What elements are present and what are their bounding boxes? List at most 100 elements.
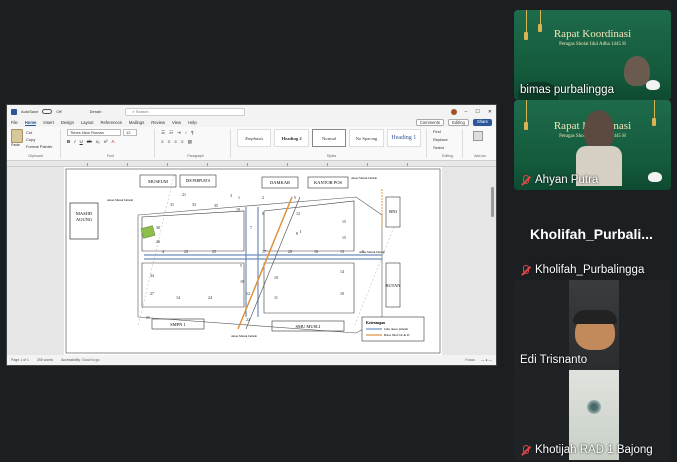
font-size-select[interactable]: 12 [123,129,137,136]
sort-icon[interactable]: ↕ [185,130,187,136]
akses-label-bottom: Akses Masuk Jamaah [231,334,257,338]
font-name-select[interactable]: Times New Roman [67,129,121,136]
participant-name-text: Ahyan Putra [535,174,599,186]
svg-text:34: 34 [150,273,154,278]
participant-name-text: Khotijah RAD 1 Bajong [535,444,653,456]
autosave-toggle[interactable] [42,109,53,114]
find-button[interactable]: Find [433,129,457,134]
akses-label-left: Akses Masuk Jamaah [107,198,133,202]
masjid-label-1: MASJID [76,211,93,216]
svg-text:33: 33 [192,202,196,207]
addins-icon[interactable] [472,131,483,141]
participant-avatar [584,110,614,150]
style-emphasis[interactable]: Emphasis [237,129,272,147]
svg-text:9: 9 [362,249,364,254]
tab-references[interactable]: References [101,120,122,125]
goat-icon [646,80,660,90]
vertical-scrollbar[interactable] [491,187,494,217]
underline-button[interactable]: U [80,139,83,144]
font-color-icon[interactable]: A [112,139,115,144]
tab-file[interactable]: File [11,120,18,125]
minimize-icon[interactable]: – [465,109,468,115]
svg-text:16: 16 [314,249,318,254]
document-page[interactable]: MASJID AGUNG Akses Masuk Jamaah MUSEUM D… [64,167,442,355]
numbering-icon[interactable]: ☷ [169,130,173,136]
focus-button[interactable]: Focus [465,358,475,362]
format-painter-button[interactable]: Format Painter [26,144,52,149]
svg-text:2: 2 [262,195,264,200]
close-icon[interactable]: ✕ [488,109,492,115]
comments-button[interactable]: Comments [415,119,444,126]
shading-icon[interactable]: ▨ [188,139,192,145]
museum-label: MUSEUM [148,179,168,184]
legend-shaf-boundary: Batas Shaf LK & Pr [384,333,411,337]
bold-button[interactable]: B [67,139,70,144]
share-button[interactable]: Share [472,119,492,126]
svg-text:23: 23 [184,249,188,254]
bullets-icon[interactable]: ☰ [161,130,165,136]
accessibility-status[interactable]: Accessibility: Good to go [61,358,99,362]
editing-mode-button[interactable]: Editing [448,119,469,126]
paragraph-group: ☰ ☷ ⇥ ↕ ¶ ≡ ≡ ≡ ≡ ▨ Paragraph [161,129,231,158]
replace-button[interactable]: Replace [433,137,457,142]
style-heading-1[interactable]: Heading 1 [386,129,422,147]
pilcrow-icon[interactable]: ¶ [191,130,193,136]
svg-text:20: 20 [288,249,292,254]
style-heading-2[interactable]: Heading 2 [274,129,309,147]
svg-text:26: 26 [156,239,160,244]
copy-button[interactable]: Copy [26,137,52,142]
tab-design[interactable]: Design [61,120,74,125]
style-normal[interactable]: Normal [311,129,347,147]
participant-tile-edi[interactable]: Edi Trisnanto [514,280,671,370]
subscript-button[interactable]: x₂ [96,139,100,144]
status-bar: Page 1 of 1 255 words Accessibility: Goo… [7,355,496,365]
svg-text:13: 13 [340,249,344,254]
participant-tile-khotijah[interactable]: Khotijah RAD 1 Bajong [514,370,671,460]
tab-layout[interactable]: Layout [81,120,94,125]
svg-text:14: 14 [340,269,344,274]
search-box[interactable]: ⌕ Search [125,107,246,116]
italic-button[interactable]: I [74,139,75,144]
svg-text:18: 18 [240,279,244,284]
align-center-icon[interactable]: ≡ [168,139,171,145]
editing-group-label: Editing [442,154,453,158]
smu-label: SMU MUSLI [296,324,321,329]
clipboard-group: Paste Cut Copy Format Painter Clipboard [11,129,61,158]
mic-muted-icon [520,264,531,276]
participant-tile-bimas[interactable]: Rapat Koordinasi Petugas Sholat Idul Adh… [514,10,671,100]
svg-text:5: 5 [240,263,242,268]
justify-icon[interactable]: ≡ [181,139,184,145]
svg-text:15: 15 [342,235,346,240]
cut-button[interactable]: Cut [26,130,52,135]
window-controls: – ☐ ✕ [450,108,492,115]
clipboard-group-label: Clipboard [28,154,43,158]
superscript-button[interactable]: x² [104,139,108,144]
tab-home[interactable]: Home [24,120,37,126]
tab-mailings[interactable]: Mailings [129,120,144,125]
zoom-slider[interactable]: — ● — [481,358,492,362]
word-count: 255 words [36,358,54,362]
svg-text:11: 11 [274,295,278,300]
svg-text:15: 15 [342,219,346,224]
align-left-icon[interactable]: ≡ [161,139,164,145]
styles-group: Emphasis Heading 2 Normal No Spacing Hea… [237,129,427,158]
tab-help[interactable]: Help [188,120,197,125]
select-button[interactable]: Select [433,145,457,150]
svg-text:22: 22 [246,317,250,322]
align-right-icon[interactable]: ≡ [174,139,177,145]
svg-text:25: 25 [212,249,216,254]
account-avatar[interactable] [450,108,457,115]
svg-text:12: 12 [296,211,300,216]
style-no-spacing[interactable]: No Spacing [349,129,384,147]
participant-tile-ahyan[interactable]: Rapat Koordinasi Petugas Sholat Idul Adh… [514,100,671,190]
tab-view[interactable]: View [172,120,181,125]
maximize-icon[interactable]: ☐ [475,109,479,115]
tab-insert[interactable]: Insert [43,120,53,125]
svg-text:12: 12 [246,291,250,296]
svg-text:21: 21 [146,315,150,320]
mic-muted-icon [520,444,531,456]
paste-icon[interactable] [11,129,23,143]
indent-icon[interactable]: ⇥ [177,130,181,136]
strikethrough-button[interactable]: ab [87,139,92,144]
tab-review[interactable]: Review [151,120,165,125]
